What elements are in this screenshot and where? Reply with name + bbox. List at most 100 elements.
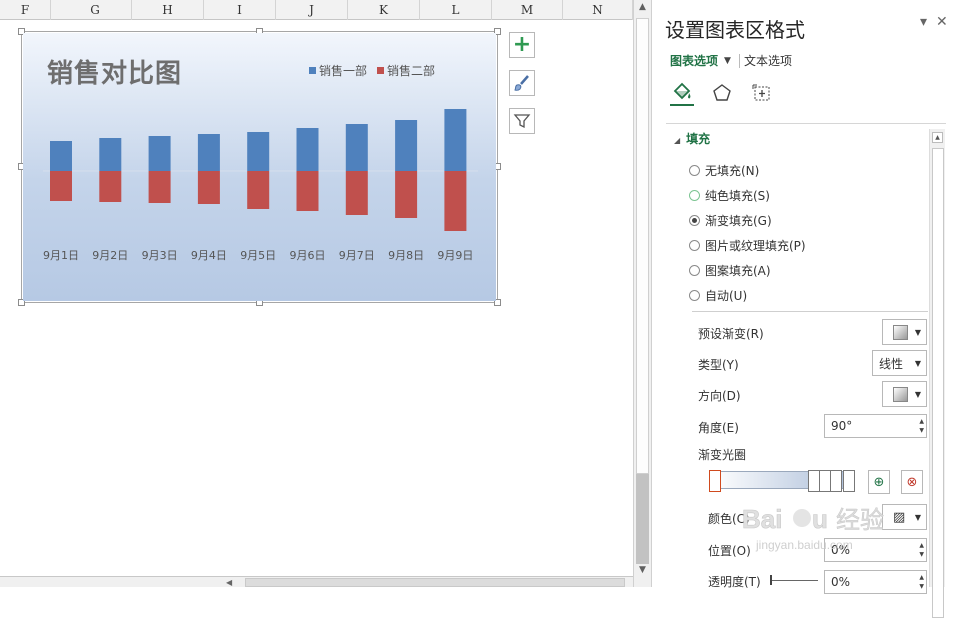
spin-arrows-icon[interactable]: ▲ ▼ bbox=[919, 573, 924, 591]
radio-picture-fill[interactable]: 图片或纹理填充(P) bbox=[689, 237, 806, 254]
bar-series-2-6[interactable] bbox=[296, 171, 319, 211]
close-icon[interactable]: ✕ bbox=[936, 14, 948, 30]
angle-value: 90° bbox=[831, 419, 853, 433]
bar-series-2-9[interactable] bbox=[444, 171, 467, 231]
horizontal-scrollbar[interactable]: ◀ bbox=[0, 576, 633, 587]
bar-series-1-3[interactable] bbox=[148, 136, 171, 171]
bar-series-1-2[interactable] bbox=[99, 138, 122, 171]
angle-label: 角度(E) bbox=[698, 421, 739, 435]
legend-label: 销售二部 bbox=[387, 64, 436, 78]
vertical-scroll-track[interactable] bbox=[636, 18, 649, 474]
add-gradient-stop-button[interactable]: ⊕ bbox=[868, 470, 890, 494]
transparency-slider-thumb[interactable] bbox=[770, 575, 772, 585]
x-axis-tick-label: 9月6日 bbox=[290, 249, 326, 262]
transparency-slider[interactable] bbox=[770, 580, 818, 581]
format-chart-area-pane: 设置图表区格式 ▾ ✕ 图表选项 ▼ 文本选项 ◢ 填充 无填充(N) 纯色填充(… bbox=[651, 0, 960, 594]
bar-series-2-2[interactable] bbox=[99, 171, 122, 202]
column-headers: F G H I J K L M N bbox=[0, 0, 633, 20]
bar-series-1-8[interactable] bbox=[395, 120, 418, 171]
type-dropdown[interactable]: 线性 ▼ bbox=[872, 350, 927, 376]
gradient-stop-selected[interactable] bbox=[709, 470, 721, 492]
direction-dropdown[interactable]: ▼ bbox=[882, 381, 927, 407]
column-header-l[interactable]: L bbox=[420, 0, 492, 20]
bar-series-2-1[interactable] bbox=[50, 171, 72, 201]
radio-pattern-fill[interactable]: 图案填充(A) bbox=[689, 262, 771, 279]
column-header-i[interactable]: I bbox=[204, 0, 276, 20]
scroll-up-icon[interactable]: ▲ bbox=[634, 2, 651, 16]
radio-circle bbox=[689, 290, 700, 301]
pane-scroll-thumb[interactable] bbox=[932, 148, 944, 618]
remove-gradient-stop-button[interactable]: ⊗ bbox=[901, 470, 923, 494]
scroll-up-icon[interactable]: ▲ bbox=[932, 132, 943, 143]
chevron-down-icon: ▼ bbox=[914, 389, 921, 399]
spin-arrows-icon[interactable]: ▲ ▼ bbox=[919, 417, 924, 435]
angle-input[interactable]: 90° ▲ ▼ bbox=[824, 414, 927, 438]
column-header-h[interactable]: H bbox=[132, 0, 204, 20]
chart-area[interactable]: 9月1日 9月2日 9月3日 9月4日 9月5日 9月6日 9月7日 9月8日 9月9日 销售对… bbox=[23, 33, 496, 301]
bar-series-2-5[interactable] bbox=[247, 171, 270, 209]
bar-series-1-6[interactable] bbox=[296, 128, 319, 171]
tab-chart-options[interactable]: 图表选项 bbox=[670, 52, 718, 69]
column-header-n[interactable]: N bbox=[563, 0, 633, 20]
direction-label: 方向(D) bbox=[698, 389, 741, 403]
position-value: 0% bbox=[831, 543, 851, 557]
preset-gradient-dropdown[interactable]: ▼ bbox=[882, 319, 927, 345]
chart-elements-button[interactable]: + bbox=[509, 32, 535, 58]
size-properties-icon[interactable] bbox=[750, 80, 774, 106]
chart-styles-button[interactable] bbox=[509, 70, 535, 96]
radio-label: 图案填充(A) bbox=[705, 264, 771, 278]
transparency-input[interactable]: 0% ▲ ▼ bbox=[824, 570, 927, 594]
chevron-down-icon: ▼ bbox=[914, 327, 921, 337]
bar-series-1-1[interactable] bbox=[50, 141, 72, 171]
chart-legend[interactable]: 销售一部 销售二部 bbox=[309, 62, 435, 79]
legend-label: 销售一部 bbox=[319, 64, 368, 78]
bar-series-2-8[interactable] bbox=[395, 171, 418, 218]
vertical-scroll-thumb[interactable] bbox=[636, 474, 649, 564]
bar-series-1-4[interactable] bbox=[197, 134, 220, 171]
fill-line-icon[interactable] bbox=[670, 80, 694, 106]
x-axis-tick-label: 9月7日 bbox=[339, 249, 375, 262]
radio-no-fill[interactable]: 无填充(N) bbox=[689, 162, 759, 179]
pane-options-icon[interactable]: ▾ bbox=[920, 14, 927, 30]
chevron-down-icon: ▼ bbox=[914, 358, 921, 368]
radio-label: 渐变填充(G) bbox=[705, 214, 772, 228]
column-header-k[interactable]: K bbox=[348, 0, 420, 20]
radio-circle bbox=[689, 240, 700, 251]
filter-icon bbox=[513, 114, 531, 129]
column-header-j[interactable]: J bbox=[276, 0, 348, 20]
column-header-m[interactable]: M bbox=[492, 0, 563, 20]
tab-separator bbox=[738, 53, 740, 68]
tab-text-options[interactable]: 文本选项 bbox=[744, 52, 792, 69]
gradient-stop[interactable] bbox=[830, 470, 842, 492]
section-fill-header[interactable]: ◢ 填充 bbox=[674, 130, 710, 147]
bar-series-1-5[interactable] bbox=[247, 132, 270, 171]
scroll-left-icon[interactable]: ◀ bbox=[226, 578, 232, 587]
color-dropdown[interactable]: ▨ ▼ bbox=[882, 504, 927, 530]
pane-scrollbar[interactable]: ▲ bbox=[929, 129, 945, 618]
radio-solid-fill[interactable]: 纯色填充(S) bbox=[689, 187, 770, 204]
column-header-f[interactable]: F bbox=[0, 0, 51, 20]
horizontal-scroll-thumb[interactable] bbox=[245, 578, 625, 587]
chart-filters-button[interactable] bbox=[509, 108, 535, 134]
bar-series-2-4[interactable] bbox=[197, 171, 220, 204]
radio-automatic[interactable]: 自动(U) bbox=[689, 287, 747, 304]
scroll-down-icon[interactable]: ▼ bbox=[634, 565, 651, 579]
radio-label: 图片或纹理填充(P) bbox=[705, 239, 806, 253]
vertical-scrollbar[interactable]: ▲ ▼ bbox=[633, 0, 651, 587]
bar-series-1-7[interactable] bbox=[345, 124, 368, 171]
bar-series-1-9[interactable] bbox=[444, 109, 467, 171]
radio-gradient-fill[interactable]: 渐变填充(G) bbox=[689, 212, 772, 229]
bar-series-2-3[interactable] bbox=[148, 171, 171, 203]
radio-circle bbox=[689, 265, 700, 276]
gradient-stops-label: 渐变光圈 bbox=[698, 448, 747, 462]
bar-series-2-7[interactable] bbox=[345, 171, 368, 215]
gradient-stop[interactable] bbox=[843, 470, 855, 492]
position-input[interactable]: 0% ▲ ▼ bbox=[824, 538, 927, 562]
column-header-g[interactable]: G bbox=[59, 0, 132, 20]
chart-title[interactable]: 销售对比图 bbox=[47, 53, 182, 90]
position-label: 位置(O) bbox=[708, 544, 751, 558]
spin-arrows-icon[interactable]: ▲ ▼ bbox=[919, 541, 924, 559]
effects-icon[interactable] bbox=[710, 80, 734, 106]
chevron-down-icon[interactable]: ▼ bbox=[724, 56, 731, 66]
color-label: 颜色(C) bbox=[708, 512, 750, 526]
